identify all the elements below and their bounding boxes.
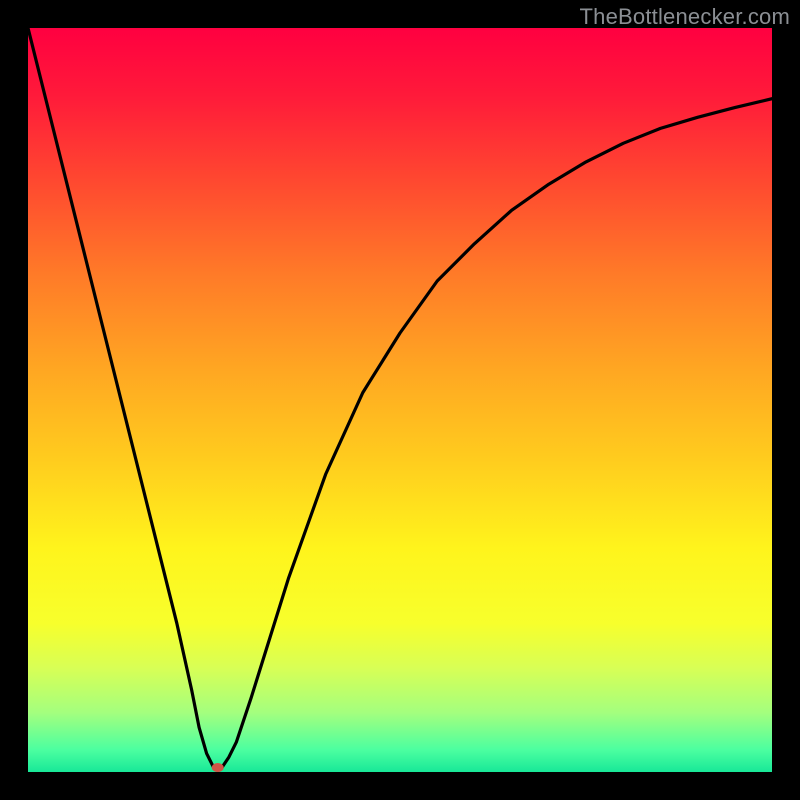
chart-svg bbox=[28, 28, 772, 772]
chart-frame bbox=[28, 28, 772, 772]
min-marker bbox=[212, 763, 224, 772]
attribution-text: TheBottlenecker.com bbox=[580, 4, 790, 30]
gradient-background bbox=[28, 28, 772, 772]
